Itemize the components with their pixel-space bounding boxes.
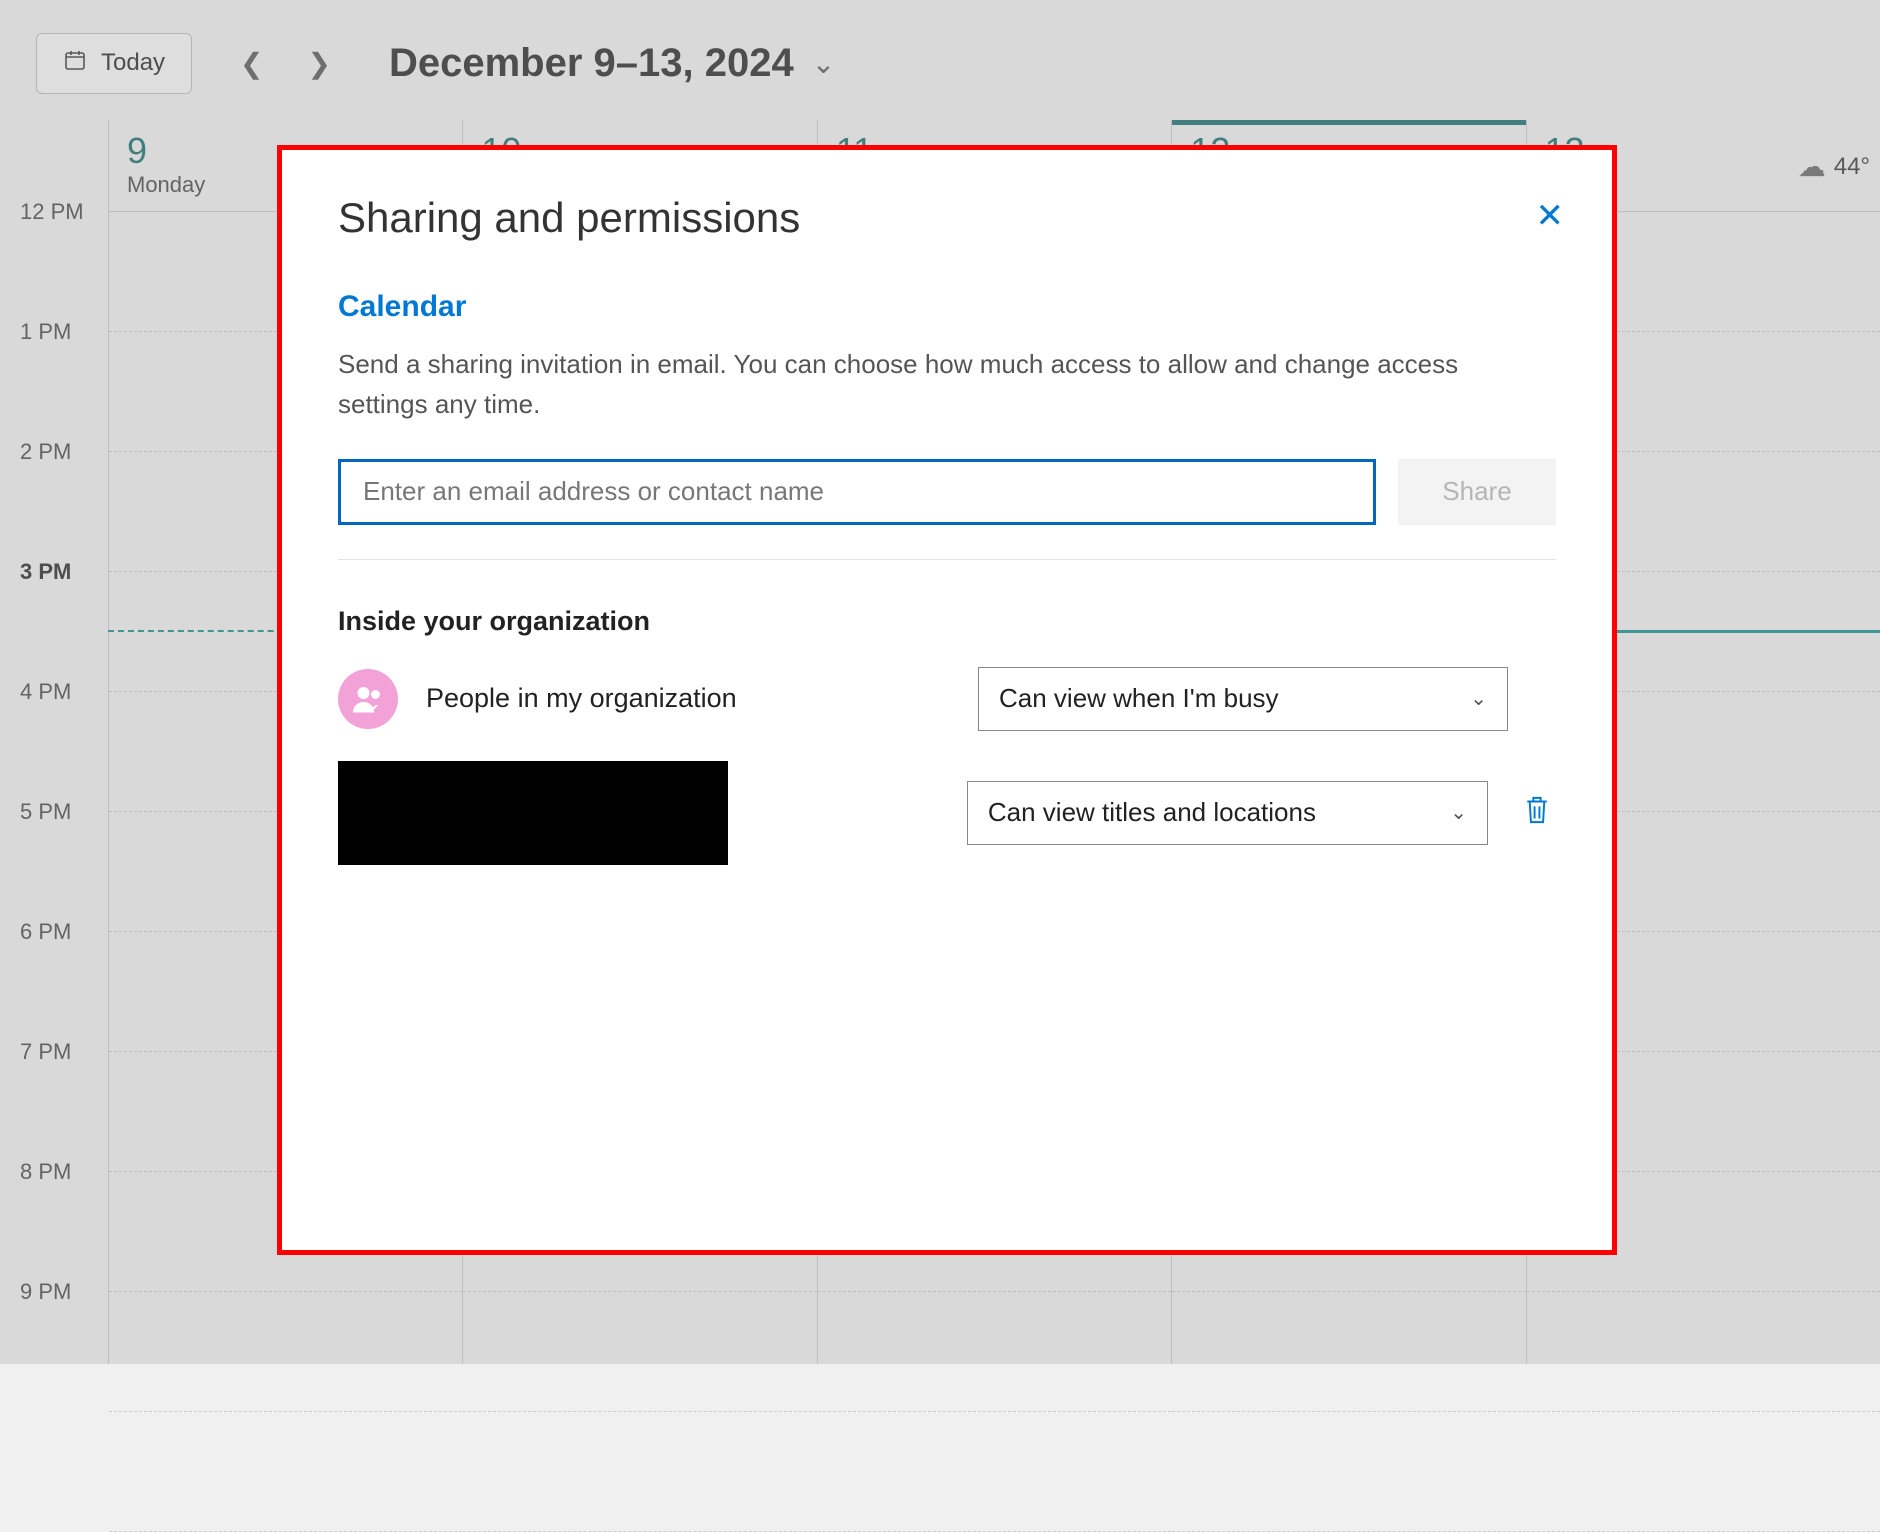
dialog-title: Sharing and permissions — [338, 194, 1556, 242]
next-week-button[interactable]: ❯ — [308, 47, 331, 80]
remove-permission-button[interactable] — [1518, 789, 1556, 836]
time-label: 7 PM — [20, 1039, 71, 1065]
redacted-user — [338, 761, 728, 865]
chevron-down-icon: ⌄ — [1470, 686, 1487, 711]
time-label: 8 PM — [20, 1159, 71, 1185]
people-icon — [338, 669, 398, 729]
share-email-input[interactable] — [338, 459, 1376, 525]
permission-level-label: Can view when I'm busy — [999, 683, 1279, 714]
close-button[interactable]: ✕ — [1530, 190, 1571, 242]
org-section-heading: Inside your organization — [338, 606, 1556, 637]
permission-who — [338, 761, 937, 865]
time-label: 4 PM — [20, 679, 71, 705]
time-label: 1 PM — [20, 319, 71, 345]
time-label: 3 PM — [20, 559, 71, 585]
calendar-icon — [63, 48, 87, 79]
permission-level-label: Can view titles and locations — [988, 797, 1316, 828]
divider — [338, 559, 1556, 560]
date-range-label: December 9–13, 2024 — [389, 41, 794, 86]
date-range-title[interactable]: December 9–13, 2024 ⌄ — [359, 41, 835, 86]
share-input-row: Share — [338, 459, 1556, 525]
permission-who-label: People in my organization — [426, 683, 737, 714]
weather-badge: ☁ 44° — [1798, 150, 1870, 183]
permission-level-select[interactable]: Can view titles and locations ⌄ — [967, 781, 1488, 845]
permission-row: People in my organization Can view when I… — [338, 667, 1556, 731]
today-button[interactable]: Today — [36, 33, 192, 94]
permission-level-select[interactable]: Can view when I'm busy ⌄ — [978, 667, 1508, 731]
date-nav: ❮ ❯ — [220, 47, 331, 80]
prev-week-button[interactable]: ❮ — [240, 47, 263, 80]
today-button-label: Today — [101, 49, 165, 77]
time-label: 2 PM — [20, 439, 71, 465]
share-button[interactable]: Share — [1398, 459, 1556, 525]
permission-who: People in my organization — [338, 669, 948, 729]
chevron-down-icon: ⌄ — [812, 47, 835, 80]
permission-row: Can view titles and locations ⌄ — [338, 761, 1556, 865]
calendar-toolbar: Today ❮ ❯ December 9–13, 2024 ⌄ — [36, 28, 1860, 98]
time-label: 9 PM — [20, 1279, 71, 1305]
cloud-icon: ☁ — [1798, 150, 1826, 183]
calendar-name-link[interactable]: Calendar — [338, 290, 1556, 324]
chevron-down-icon: ⌄ — [1450, 800, 1467, 825]
close-icon: ✕ — [1536, 197, 1565, 235]
dialog-description: Send a sharing invitation in email. You … — [338, 344, 1528, 425]
weather-temp: 44° — [1834, 153, 1870, 181]
time-label: 5 PM — [20, 799, 71, 825]
sharing-permissions-dialog: Sharing and permissions ✕ Calendar Send … — [282, 150, 1612, 1250]
time-axis: 12 PM 1 PM 2 PM 3 PM 4 PM 5 PM 6 PM 7 PM 8 PM 9 P… — [0, 120, 108, 1364]
time-label: 12 PM — [20, 199, 84, 225]
time-label: 6 PM — [20, 919, 71, 945]
